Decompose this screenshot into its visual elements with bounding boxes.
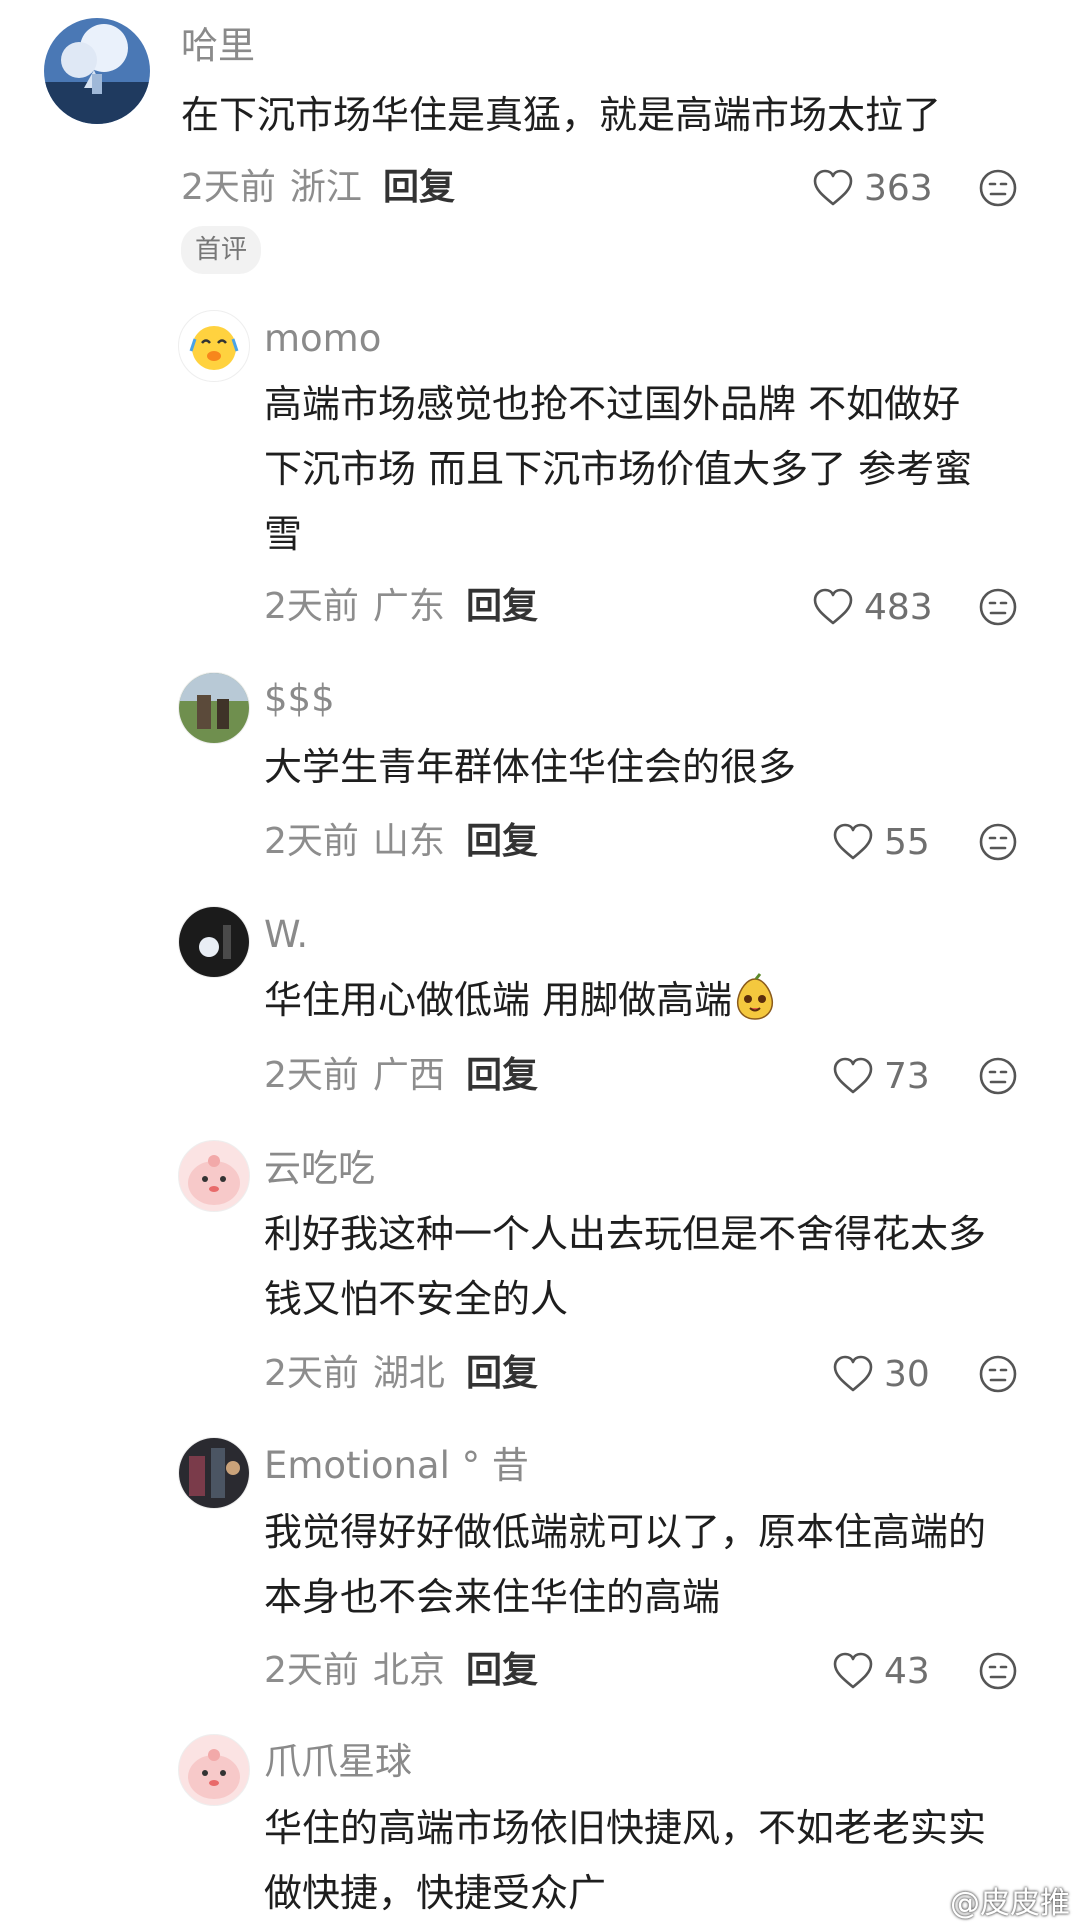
like-button[interactable]: 55 xyxy=(832,820,930,864)
comment-text-content: 华住用心做低端 用脚做高端 xyxy=(264,978,733,1022)
heart-icon xyxy=(813,588,853,625)
reply-button[interactable]: 回复 xyxy=(466,1649,538,1693)
comment-location: 北京 xyxy=(372,1650,445,1691)
like-button[interactable]: 363 xyxy=(812,166,933,210)
dislike-face-icon[interactable] xyxy=(978,587,1018,627)
reply-button[interactable]: 回复 xyxy=(466,1352,538,1396)
comment-location: 广西 xyxy=(372,1055,445,1096)
comment-text: 高端市场感觉也抢不过国外品牌 不如做好 下沉市场 而且下沉市场价值大多了 参考蜜… xyxy=(264,382,973,556)
like-count: 363 xyxy=(864,167,933,209)
watermark: @皮皮推 xyxy=(904,1878,1070,1922)
reply-button[interactable]: 回复 xyxy=(383,166,455,210)
dislike-face-icon[interactable] xyxy=(978,1354,1018,1394)
comment-time: 2天前 xyxy=(264,1650,359,1691)
reply-button[interactable]: 回复 xyxy=(466,820,538,864)
dark-photo-avatar-icon[interactable] xyxy=(178,1437,250,1509)
comment-username[interactable]: Emotional ° 昔 xyxy=(264,1444,529,1488)
dislike-face-icon[interactable] xyxy=(978,1651,1018,1691)
comment-location: 湖北 xyxy=(372,1353,445,1394)
like-button[interactable]: 30 xyxy=(832,1352,930,1396)
like-button[interactable]: 73 xyxy=(832,1054,930,1098)
comment-meta: 2天前 湖北 xyxy=(264,1352,445,1396)
comment-time: 2天前 xyxy=(264,1055,359,1096)
dark-photo-avatar-icon[interactable] xyxy=(178,906,250,978)
first-comment-badge: 首评 xyxy=(181,226,262,274)
heart-icon xyxy=(833,1355,873,1392)
comment-username[interactable]: W. xyxy=(264,913,308,957)
heart-icon xyxy=(833,823,873,860)
comment-time: 2天前 xyxy=(264,821,359,862)
dislike-face-icon[interactable] xyxy=(978,168,1018,208)
heart-icon xyxy=(813,169,853,206)
comment-meta: 2天前 山东 xyxy=(264,820,445,864)
comment-username[interactable]: momo xyxy=(264,317,381,361)
heart-icon xyxy=(833,1652,873,1689)
comment-meta: 2天前 广东 xyxy=(264,585,445,629)
comment-meta: 2天前 北京 xyxy=(264,1649,445,1693)
comment-location: 山东 xyxy=(372,821,445,862)
comment-username[interactable]: 云吃吃 xyxy=(264,1147,375,1191)
pink-blob-avatar-icon[interactable] xyxy=(178,1140,250,1212)
comment-text: 在下沉市场华住是真猛，就是高端市场太拉了 xyxy=(181,93,942,137)
weibo-icon xyxy=(904,1886,942,1916)
comment-location: 浙江 xyxy=(289,167,362,208)
reply-button[interactable]: 回复 xyxy=(466,1054,538,1098)
comment-text: 我觉得好好做低端就可以了，原本住高端的 本身也不会来住华住的高端 xyxy=(264,1510,987,1619)
like-button[interactable]: 483 xyxy=(812,585,933,629)
laughing-emoji-avatar-icon[interactable] xyxy=(178,310,250,382)
landscape-avatar-icon[interactable] xyxy=(44,18,150,124)
comment-time: 2天前 xyxy=(264,1353,359,1394)
photo-avatar-icon[interactable] xyxy=(178,672,250,744)
like-count: 73 xyxy=(884,1055,930,1097)
pink-blob-avatar-icon[interactable] xyxy=(178,1734,250,1806)
comment-meta: 2天前 广西 xyxy=(264,1054,445,1098)
comment-text: 利好我这种一个人出去玩但是不舍得花太多 钱又怕不安全的人 xyxy=(264,1212,987,1321)
comment-text: 华住用心做低端 用脚做高端 xyxy=(264,968,1054,1033)
dislike-face-icon[interactable] xyxy=(978,1056,1018,1096)
comment-text: 大学生青年群体住华住会的很多 xyxy=(264,745,797,789)
heart-icon xyxy=(833,1057,873,1094)
smiling-pear-sticker-icon xyxy=(737,973,774,1020)
comment-time: 2天前 xyxy=(264,586,359,627)
like-count: 55 xyxy=(884,821,930,863)
reply-button[interactable]: 回复 xyxy=(466,585,538,629)
like-count: 43 xyxy=(884,1650,930,1692)
comment-meta: 2天前 浙江 xyxy=(181,166,362,210)
like-button[interactable]: 43 xyxy=(832,1649,930,1693)
dislike-face-icon[interactable] xyxy=(978,822,1018,862)
like-count: 30 xyxy=(884,1353,930,1395)
watermark-text: @皮皮推 xyxy=(950,1886,1070,1921)
like-count: 483 xyxy=(864,586,933,628)
comment-location: 广东 xyxy=(372,586,445,627)
comment-username[interactable]: $$$ xyxy=(264,677,335,721)
comment-time: 2天前 xyxy=(181,167,276,208)
comment-username[interactable]: 爪爪星球 xyxy=(264,1740,412,1784)
comment-username[interactable]: 哈里 xyxy=(181,24,255,68)
